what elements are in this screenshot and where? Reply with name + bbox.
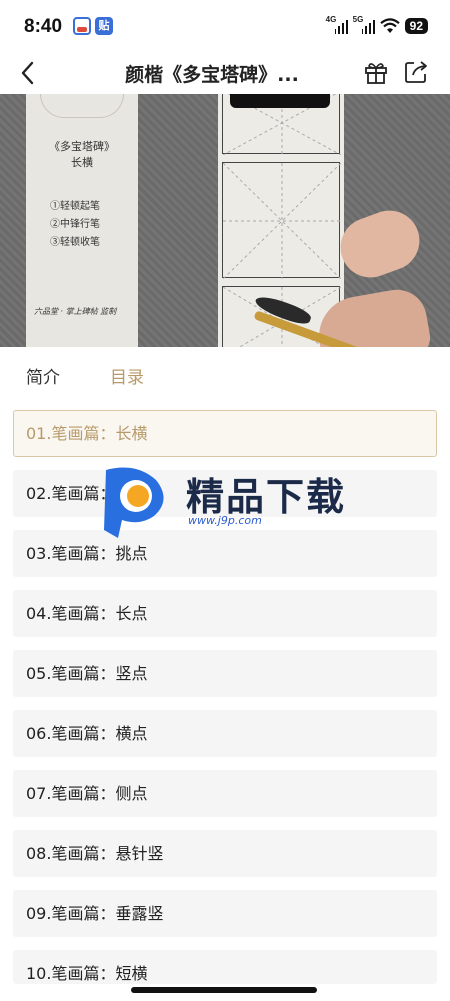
tab-intro[interactable]: 简介 [26,363,60,388]
share-icon [405,61,427,83]
notification-app-icon [73,17,91,35]
battery-indicator: 92 [404,18,428,34]
cellular-signal-icon-2: 5G [352,15,375,34]
wifi-icon [379,18,400,33]
gift-button[interactable] [362,58,390,86]
lesson-item[interactable]: 06.笔画篇：横点 [13,710,437,757]
share-button[interactable] [402,58,430,86]
video-player[interactable]: 《多宝塔碑》 长横 ①轻顿起笔 ②中锋行笔 ③轻顿收笔 六品堂 · 掌上碑帖 监… [0,94,450,347]
lesson-item[interactable]: 10.笔画篇：短横 [13,950,437,984]
card-step: ①轻顿起笔 [50,201,100,212]
back-button[interactable] [14,58,44,88]
home-indicator[interactable] [131,987,317,993]
network-type-label-2: 5G [352,15,364,24]
tab-bar: 简介 目录 [0,347,450,403]
gift-icon [365,63,387,84]
lesson-item[interactable]: 01.笔画篇：长横 [13,410,437,457]
card-steps: ①轻顿起笔 ②中锋行笔 ③轻顿收笔 [50,198,100,252]
card-ornament [40,94,124,118]
card-subtitle: 长横 [71,156,93,169]
card-footer: 六品堂 · 掌上碑帖 监制 [34,307,117,316]
page-title: 颜楷《多宝塔碑》... [125,64,299,86]
lesson-item[interactable]: 04.笔画篇：长点 [13,590,437,637]
cellular-signal-icon: 4G [325,15,348,34]
watermark-logo-icon [104,467,164,538]
watermark-text: 精品下载 [186,475,347,519]
lesson-item[interactable]: 09.笔画篇：垂露竖 [13,890,437,937]
card-step: ②中锋行笔 [50,219,100,230]
card-step: ③轻顿收笔 [50,237,100,248]
nav-bar: 颜楷《多宝塔碑》... [0,52,450,94]
lesson-item[interactable]: 07.笔画篇：侧点 [13,770,437,817]
ink-stroke [230,94,330,108]
notification-badge-icon: 贴 [95,17,113,35]
lesson-card-image: 《多宝塔碑》 长横 ①轻顿起笔 ②中锋行笔 ③轻顿收笔 六品堂 · 掌上碑帖 监… [26,94,138,347]
status-indicators: 4G 5G 92 [325,15,428,36]
status-bar: 8:40 贴 4G 5G 92 [0,0,450,52]
grid-cell [222,162,341,279]
lesson-item[interactable]: 08.笔画篇：悬针竖 [13,830,437,877]
card-title: 《多宝塔碑》 [49,140,115,153]
network-type-label: 4G [325,15,337,24]
lesson-item[interactable]: 05.笔画篇：竖点 [13,650,437,697]
status-time: 8:40 [24,16,63,37]
chevron-left-icon [21,61,34,85]
watermark-url: www.j9p.com [188,514,262,527]
tab-toc[interactable]: 目录 [110,363,144,388]
watermark: 精品下载 www.j9p.com [96,460,356,540]
